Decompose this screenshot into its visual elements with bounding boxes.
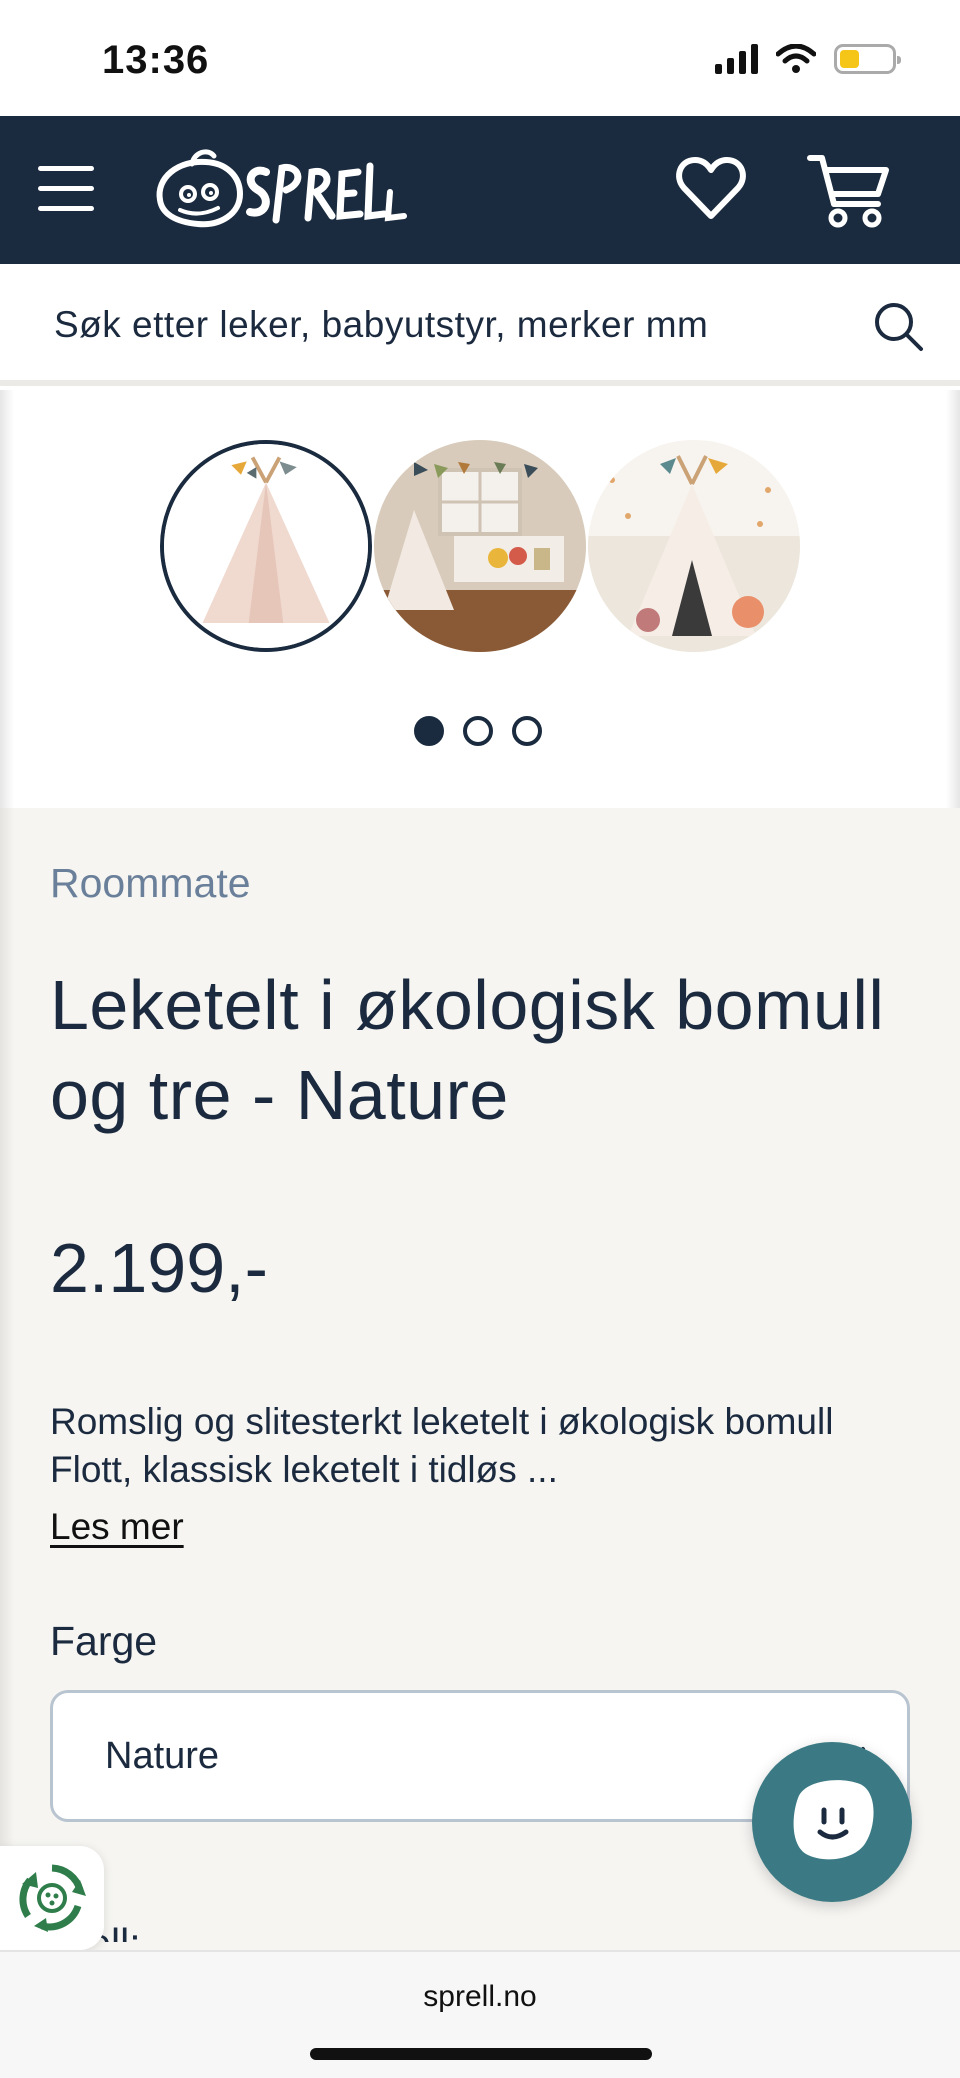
description-line-2: Flott, klassisk leketelt i tidløs ... [50, 1449, 558, 1490]
color-select-value: Nature [105, 1735, 220, 1777]
gallery-thumb-1[interactable] [160, 440, 372, 652]
image-gallery [0, 390, 960, 808]
gallery-thumb-3[interactable] [588, 440, 800, 652]
teepee-room-image [374, 440, 586, 652]
url-text[interactable]: sprell.no [0, 1980, 960, 2014]
status-time: 13:36 [102, 38, 210, 82]
recycle-icon [19, 1864, 86, 1932]
battery-icon [834, 44, 901, 74]
chat-face-icon [793, 1780, 874, 1860]
wifi-icon [776, 44, 816, 73]
chat-button[interactable] [752, 1742, 912, 1902]
description-line-1: Romslig og slitesterkt leketelt i økolog… [50, 1401, 834, 1442]
sprell-logo[interactable] [148, 142, 408, 242]
gallery-thumb-2[interactable] [374, 440, 586, 652]
color-label: Farge [50, 1618, 158, 1664]
gallery-pagination [414, 716, 542, 746]
product-title: Leketelt i økologisk bomull og tre - Nat… [50, 966, 885, 1134]
cart-icon[interactable] [806, 150, 890, 230]
top-nav [0, 116, 960, 264]
pagination-dot-2[interactable] [463, 716, 493, 746]
teepee-tent-image [164, 444, 368, 648]
product-price: 2.199,- [50, 1229, 268, 1307]
home-indicator[interactable] [310, 2048, 652, 2060]
teepee-playroom-image [588, 440, 800, 652]
search-bar[interactable]: Søk etter leker, babyutstyr, merker mm [0, 264, 960, 386]
read-more-link[interactable]: Les mer [50, 1506, 184, 1548]
browser-bar: sprell.no [0, 1950, 960, 2078]
product-description: Romslig og slitesterkt leketelt i økolog… [50, 1398, 930, 1494]
heart-icon[interactable] [674, 152, 748, 226]
search-input[interactable]: Søk etter leker, babyutstyr, merker mm [54, 304, 708, 346]
signal-icon [715, 44, 758, 74]
menu-icon[interactable] [38, 166, 94, 212]
product-brand[interactable]: Roommate [50, 860, 251, 907]
battery-level [840, 50, 859, 68]
status-bar: 13:36 [0, 0, 960, 116]
eco-badge[interactable] [0, 1846, 104, 1950]
pagination-dot-1[interactable] [414, 716, 444, 746]
status-icons [715, 44, 901, 74]
search-icon[interactable] [872, 300, 924, 352]
pagination-dot-3[interactable] [512, 716, 542, 746]
